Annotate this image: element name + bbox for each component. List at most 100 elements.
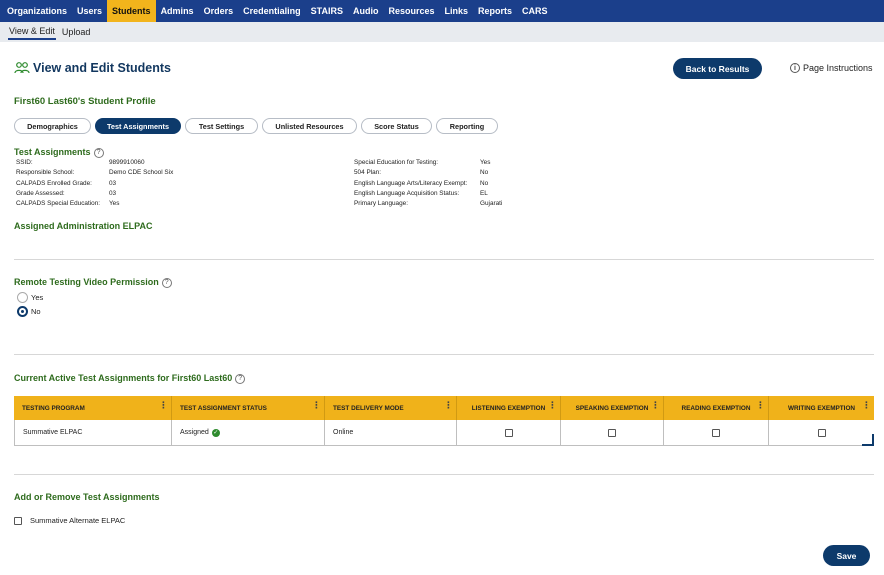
enrolled-grade-label: CALPADS Enrolled Grade:: [16, 180, 92, 187]
col-testing-program[interactable]: TESTING PROGRAM ⋮: [14, 396, 172, 420]
responsible-school-label: Responsible School:: [16, 169, 75, 176]
page-heading: View and Edit Students: [14, 61, 171, 75]
col-assignment-status[interactable]: TEST ASSIGNMENT STATUS ⋮: [172, 396, 325, 420]
listening-exemption-checkbox[interactable]: [504, 428, 513, 437]
ela-exempt-value: No: [480, 180, 489, 187]
responsible-school-value: Demo CDE School Six: [109, 169, 174, 176]
column-menu-icon[interactable]: ⋮: [862, 401, 871, 410]
remote-option-yes[interactable]: Yes: [17, 292, 43, 303]
check-icon: ✓: [211, 428, 220, 437]
help-icon[interactable]: ?: [93, 147, 104, 158]
ela-exempt-label: English Language Arts/Literacy Exempt:: [354, 180, 468, 187]
ela-status-label: English Language Acquisition Status:: [354, 190, 460, 197]
add-remove-heading: Add or Remove Test Assignments: [14, 492, 160, 502]
nav-orders[interactable]: Orders: [199, 0, 239, 22]
summative-alternate-elpac-checkbox[interactable]: [14, 516, 22, 525]
col-listening[interactable]: LISTENING EXEMPTION ⋮: [457, 396, 561, 420]
page-title: View and Edit Students: [33, 61, 171, 75]
col-reading[interactable]: READING EXEMPTION ⋮: [664, 396, 769, 420]
primary-language-value: Gujarati: [480, 200, 503, 207]
column-menu-icon[interactable]: ⋮: [548, 401, 557, 410]
column-menu-icon[interactable]: ⋮: [756, 401, 765, 410]
assignments-grid: TESTING PROGRAM ⋮ TEST ASSIGNMENT STATUS ⋮…: [14, 396, 874, 446]
cell-reading: [664, 420, 769, 445]
assigned-administration-heading: Assigned Administration ELPAC: [14, 221, 153, 231]
cell-program: Summative ELPAC: [15, 420, 172, 445]
ssid-label: SSID:: [16, 159, 33, 166]
tab-unlisted-resources[interactable]: Unlisted Resources: [262, 118, 357, 134]
back-to-results-button[interactable]: Back to Results: [673, 58, 762, 79]
column-menu-icon[interactable]: ⋮: [159, 401, 168, 410]
tab-demographics[interactable]: Demographics: [14, 118, 91, 134]
resize-handle[interactable]: [862, 434, 874, 446]
nav-audio[interactable]: Audio: [348, 0, 384, 22]
profile-title: First60 Last60's Student Profile: [14, 96, 156, 107]
column-menu-icon[interactable]: ⋮: [312, 401, 321, 410]
cell-writing: [769, 420, 874, 445]
subnav-upload[interactable]: Upload: [61, 25, 92, 39]
col-delivery-mode[interactable]: TEST DELIVERY MODE ⋮: [325, 396, 457, 420]
nav-users[interactable]: Users: [72, 0, 107, 22]
remote-testing-heading: Remote Testing Video Permission?: [14, 277, 172, 288]
sped-testing-value: Yes: [480, 159, 491, 166]
test-assignments-heading: Test Assignments?: [14, 147, 104, 158]
sub-navigation: View & Edit Upload: [0, 22, 884, 42]
nav-resources[interactable]: Resources: [383, 0, 439, 22]
calpads-sped-label: CALPADS Special Education:: [16, 200, 101, 207]
divider: [14, 354, 874, 355]
table-row: Summative ELPAC Assigned ✓ Online: [14, 420, 874, 446]
radio-yes-label: Yes: [31, 293, 44, 302]
grade-assessed-label: Grade Assessed:: [16, 190, 65, 197]
nav-reports[interactable]: Reports: [473, 0, 517, 22]
grid-header: TESTING PROGRAM ⋮ TEST ASSIGNMENT STATUS ⋮…: [14, 396, 874, 420]
tab-score-status[interactable]: Score Status: [361, 118, 432, 134]
cell-speaking: [561, 420, 664, 445]
current-assignments-heading: Current Active Test Assignments for Firs…: [14, 373, 246, 384]
column-menu-icon[interactable]: ⋮: [444, 401, 453, 410]
column-menu-icon[interactable]: ⋮: [651, 401, 660, 410]
divider: [14, 259, 874, 260]
nav-links[interactable]: Links: [439, 0, 473, 22]
nav-stairs[interactable]: STAIRS: [306, 0, 348, 22]
remote-option-no[interactable]: No: [17, 306, 41, 317]
help-icon[interactable]: ?: [161, 277, 172, 288]
summative-alternate-elpac-option[interactable]: Summative Alternate ELPAC: [14, 516, 125, 525]
page-instructions-label: Page Instructions: [803, 63, 873, 73]
save-button[interactable]: Save: [823, 545, 870, 566]
reading-exemption-checkbox[interactable]: [712, 428, 720, 437]
speaking-exemption-checkbox[interactable]: [608, 428, 616, 437]
radio-no[interactable]: [17, 306, 28, 317]
nav-cars[interactable]: CARS: [517, 0, 553, 22]
divider: [14, 474, 874, 475]
tab-reporting[interactable]: Reporting: [436, 118, 498, 134]
col-speaking[interactable]: SPEAKING EXEMPTION ⋮: [561, 396, 664, 420]
nav-admins[interactable]: Admins: [156, 0, 199, 22]
profile-tabs: Demographics Test Assignments Test Setti…: [14, 118, 502, 134]
test-assignments-title: Test Assignments: [14, 147, 91, 157]
tab-test-settings[interactable]: Test Settings: [185, 118, 258, 134]
radio-yes[interactable]: [17, 292, 28, 303]
top-navigation: Organizations Users Students Admins Orde…: [0, 0, 884, 22]
cell-listening: [457, 420, 561, 445]
cell-status: Assigned ✓: [172, 420, 325, 445]
calpads-sped-value: Yes: [109, 200, 120, 207]
page-instructions-link[interactable]: i Page Instructions: [790, 63, 873, 73]
ela-status-value: EL: [480, 190, 488, 197]
nav-organizations[interactable]: Organizations: [2, 0, 72, 22]
enrolled-grade-value: 03: [109, 180, 117, 187]
students-icon: [14, 62, 30, 74]
plan-504-label: 504 Plan:: [354, 169, 382, 176]
status-text: Assigned: [180, 429, 209, 436]
ssid-value: 9899910060: [109, 159, 145, 166]
nav-students[interactable]: Students: [107, 0, 156, 22]
help-icon[interactable]: ?: [235, 373, 246, 384]
col-writing[interactable]: WRITING EXEMPTION ⋮: [769, 396, 874, 420]
nav-credentialing[interactable]: Credentialing: [238, 0, 306, 22]
current-assignments-title: Current Active Test Assignments for Firs…: [14, 373, 233, 383]
writing-exemption-checkbox[interactable]: [817, 428, 826, 437]
tab-test-assignments[interactable]: Test Assignments: [95, 118, 181, 134]
grade-assessed-value: 03: [109, 190, 117, 197]
subnav-view-edit[interactable]: View & Edit: [8, 24, 56, 40]
radio-no-label: No: [31, 307, 41, 316]
primary-language-label: Primary Language:: [354, 200, 408, 207]
